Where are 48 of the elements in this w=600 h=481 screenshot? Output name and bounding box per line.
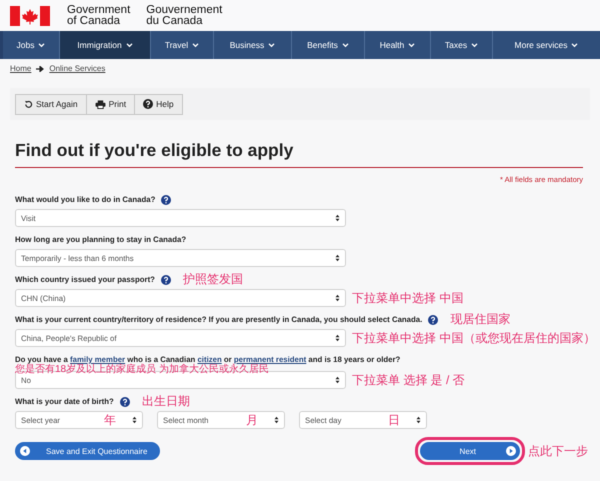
chevron-down-icon [38,42,46,48]
flag-icon [10,6,50,26]
breadcrumb-link[interactable]: Home [10,64,32,73]
breadcrumb-link[interactable]: Online Services [49,64,106,73]
annotation: 月 [246,412,258,428]
arrow-icon [36,66,44,72]
chevron-down-icon [342,42,349,48]
annotation: 年 [104,412,116,428]
page-title: Find out if you're eligible to apply [15,140,294,161]
annotation: 下拉菜单 选择 是 / 否 [352,372,465,388]
annotation: 日 [388,412,400,428]
sort-arrows-icon [335,214,340,222]
help-icon[interactable] [161,194,172,204]
refresh-icon [24,100,33,108]
annotation: 下拉菜单中选择 中国 [352,290,464,306]
help-icon[interactable] [120,396,130,406]
annotation: 出生日期 [142,393,190,410]
chevron-down-icon [471,42,478,48]
sort-arrows-icon [274,416,279,424]
sort-arrows-icon [335,376,340,384]
save-exit-button[interactable]: Save and Exit Questionnaire [15,442,160,460]
sort-arrows-icon [335,334,340,342]
toolbar-button[interactable]: Help [134,94,183,114]
sort-arrows-icon [335,294,340,302]
chevron-down-icon [571,42,578,48]
chevron-down-icon [192,42,200,48]
sort-arrows-icon [416,416,421,424]
annotation: 下拉菜单中选择 中国（或您现在居住的国家） [352,330,596,346]
annotation: 点此下一步 [528,442,588,460]
help-icon[interactable] [160,274,171,284]
site-name: Government of Canada [67,4,130,26]
help-icon [143,99,154,109]
annotation: 现居住国家 [450,311,510,328]
arrow-right-icon [506,446,516,456]
arrow-left-icon [20,446,30,456]
menu-tab[interactable]: Immigration [60,31,151,59]
sort-arrows-icon [132,416,137,424]
toolbar-button[interactable]: Print [86,94,136,114]
annotation: 护照签发国 [182,271,243,288]
chevron-down-icon [268,42,276,48]
chevron-down-icon [408,42,416,48]
chevron-down-icon [126,42,133,48]
sort-arrows-icon [335,254,340,262]
printer-icon [94,100,106,108]
toolbar-button[interactable]: Start Again [15,94,87,114]
site-name-french: Gouvernement du Canada [146,4,222,26]
help-icon[interactable] [428,314,438,324]
next-button[interactable]: Next [420,442,520,460]
